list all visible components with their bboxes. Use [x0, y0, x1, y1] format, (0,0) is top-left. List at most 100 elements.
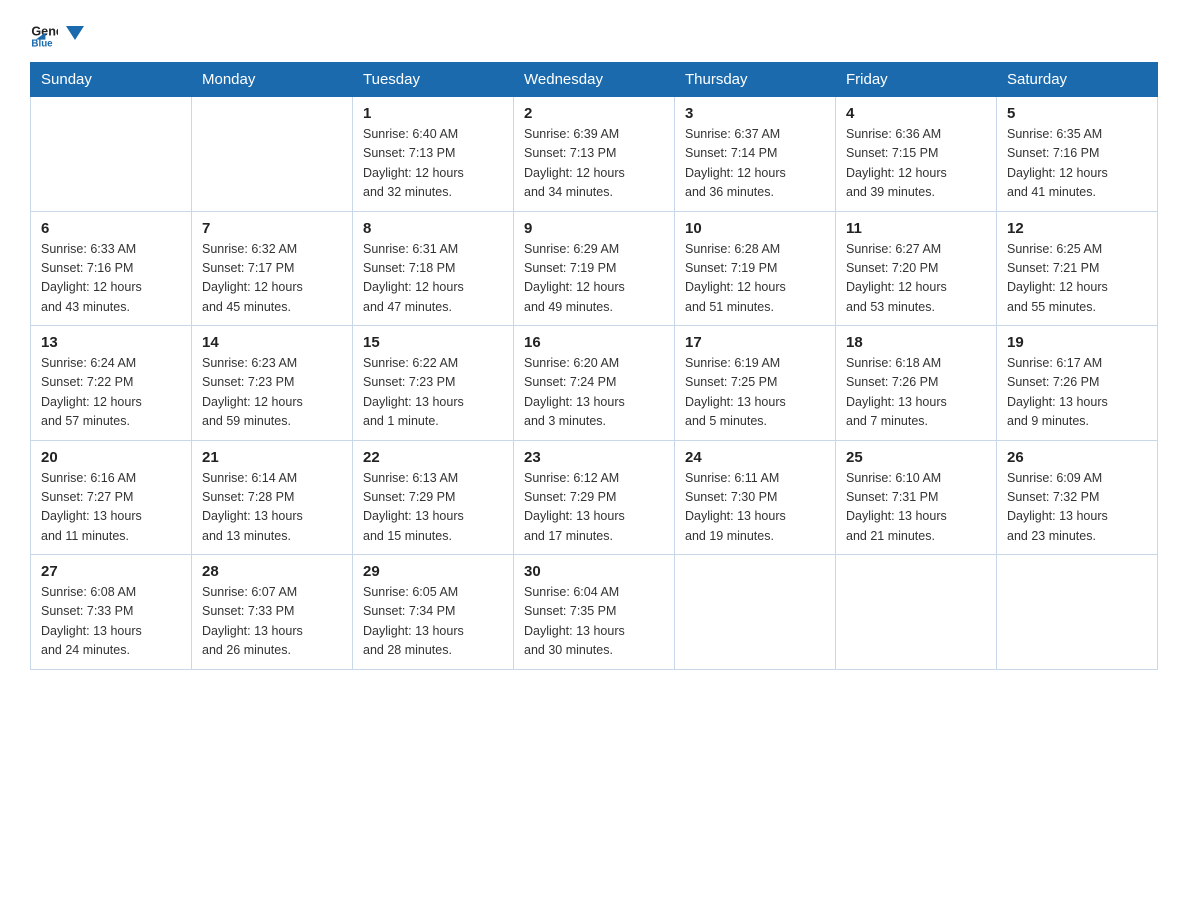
calendar-cell: 9 Sunrise: 6:29 AM Sunset: 7:19 PM Daylig…: [514, 211, 675, 326]
day-number: 15: [363, 334, 503, 351]
calendar-cell: 13 Sunrise: 6:24 AM Sunset: 7:22 PM Dayli…: [31, 326, 192, 441]
day-info: Sunrise: 6:16 AM Sunset: 7:27 PM Dayligh…: [41, 469, 181, 547]
svg-text:Blue: Blue: [31, 39, 53, 48]
calendar-cell: 23 Sunrise: 6:12 AM Sunset: 7:29 PM Dayli…: [514, 440, 675, 555]
day-info: Sunrise: 6:35 AM Sunset: 7:16 PM Dayligh…: [1007, 125, 1147, 203]
day-info: Sunrise: 6:14 AM Sunset: 7:28 PM Dayligh…: [202, 469, 342, 547]
day-number: 16: [524, 334, 664, 351]
day-info: Sunrise: 6:23 AM Sunset: 7:23 PM Dayligh…: [202, 354, 342, 432]
calendar-header-row: SundayMondayTuesdayWednesdayThursdayFrid…: [31, 63, 1158, 97]
logo-arrow-icon: [64, 22, 86, 44]
day-number: 4: [846, 105, 986, 122]
day-info: Sunrise: 6:09 AM Sunset: 7:32 PM Dayligh…: [1007, 469, 1147, 547]
week-row-4: 20 Sunrise: 6:16 AM Sunset: 7:27 PM Dayli…: [31, 440, 1158, 555]
logo: General Blue: [30, 20, 86, 48]
column-header-friday: Friday: [836, 63, 997, 97]
day-info: Sunrise: 6:12 AM Sunset: 7:29 PM Dayligh…: [524, 469, 664, 547]
week-row-5: 27 Sunrise: 6:08 AM Sunset: 7:33 PM Dayli…: [31, 555, 1158, 670]
calendar-cell: 22Sunrise: 6:13 AM Sunset: 7:29 PM Dayli…: [353, 440, 514, 555]
column-header-tuesday: Tuesday: [353, 63, 514, 97]
day-number: 21: [202, 449, 342, 466]
day-number: 6: [41, 220, 181, 237]
day-info: Sunrise: 6:27 AM Sunset: 7:20 PM Dayligh…: [846, 240, 986, 318]
day-info: Sunrise: 6:17 AM Sunset: 7:26 PM Dayligh…: [1007, 354, 1147, 432]
calendar-cell: 18 Sunrise: 6:18 AM Sunset: 7:26 PM Dayli…: [836, 326, 997, 441]
day-info: Sunrise: 6:19 AM Sunset: 7:25 PM Dayligh…: [685, 354, 825, 432]
calendar-cell: 25 Sunrise: 6:10 AM Sunset: 7:31 PM Dayli…: [836, 440, 997, 555]
day-number: 28: [202, 563, 342, 580]
calendar-cell: [192, 97, 353, 212]
calendar-cell: [836, 555, 997, 670]
column-header-wednesday: Wednesday: [514, 63, 675, 97]
calendar-cell: 2 Sunrise: 6:39 AM Sunset: 7:13 PM Daylig…: [514, 97, 675, 212]
day-info: Sunrise: 6:20 AM Sunset: 7:24 PM Dayligh…: [524, 354, 664, 432]
calendar-cell: 24Sunrise: 6:11 AM Sunset: 7:30 PM Dayli…: [675, 440, 836, 555]
calendar-cell: 30 Sunrise: 6:04 AM Sunset: 7:35 PM Dayli…: [514, 555, 675, 670]
calendar-cell: 6 Sunrise: 6:33 AM Sunset: 7:16 PM Daylig…: [31, 211, 192, 326]
day-number: 30: [524, 563, 664, 580]
calendar-cell: [997, 555, 1158, 670]
day-number: 29: [363, 563, 503, 580]
day-info: Sunrise: 6:18 AM Sunset: 7:26 PM Dayligh…: [846, 354, 986, 432]
day-info: Sunrise: 6:07 AM Sunset: 7:33 PM Dayligh…: [202, 583, 342, 661]
day-info: Sunrise: 6:32 AM Sunset: 7:17 PM Dayligh…: [202, 240, 342, 318]
calendar-cell: 4 Sunrise: 6:36 AM Sunset: 7:15 PM Daylig…: [836, 97, 997, 212]
day-number: 14: [202, 334, 342, 351]
calendar-cell: 26 Sunrise: 6:09 AM Sunset: 7:32 PM Dayli…: [997, 440, 1158, 555]
day-number: 3: [685, 105, 825, 122]
day-number: 11: [846, 220, 986, 237]
calendar-cell: [675, 555, 836, 670]
day-info: Sunrise: 6:36 AM Sunset: 7:15 PM Dayligh…: [846, 125, 986, 203]
column-header-saturday: Saturday: [997, 63, 1158, 97]
column-header-thursday: Thursday: [675, 63, 836, 97]
column-header-sunday: Sunday: [31, 63, 192, 97]
day-number: 12: [1007, 220, 1147, 237]
calendar-cell: 28 Sunrise: 6:07 AM Sunset: 7:33 PM Dayli…: [192, 555, 353, 670]
week-row-1: 1 Sunrise: 6:40 AM Sunset: 7:13 PM Daylig…: [31, 97, 1158, 212]
calendar-table: SundayMondayTuesdayWednesdayThursdayFrid…: [30, 62, 1158, 670]
calendar-cell: 15 Sunrise: 6:22 AM Sunset: 7:23 PM Dayli…: [353, 326, 514, 441]
day-number: 22: [363, 449, 503, 466]
day-number: 23: [524, 449, 664, 466]
day-info: Sunrise: 6:04 AM Sunset: 7:35 PM Dayligh…: [524, 583, 664, 661]
calendar-cell: 19 Sunrise: 6:17 AM Sunset: 7:26 PM Dayli…: [997, 326, 1158, 441]
calendar-cell: [31, 97, 192, 212]
day-number: 27: [41, 563, 181, 580]
calendar-cell: 20 Sunrise: 6:16 AM Sunset: 7:27 PM Dayli…: [31, 440, 192, 555]
day-number: 8: [363, 220, 503, 237]
day-info: Sunrise: 6:37 AM Sunset: 7:14 PM Dayligh…: [685, 125, 825, 203]
day-info: Sunrise: 6:24 AM Sunset: 7:22 PM Dayligh…: [41, 354, 181, 432]
calendar-cell: 10Sunrise: 6:28 AM Sunset: 7:19 PM Dayli…: [675, 211, 836, 326]
day-number: 25: [846, 449, 986, 466]
calendar-cell: 21 Sunrise: 6:14 AM Sunset: 7:28 PM Dayli…: [192, 440, 353, 555]
day-number: 9: [524, 220, 664, 237]
day-number: 7: [202, 220, 342, 237]
day-info: Sunrise: 6:28 AM Sunset: 7:19 PM Dayligh…: [685, 240, 825, 318]
day-info: Sunrise: 6:10 AM Sunset: 7:31 PM Dayligh…: [846, 469, 986, 547]
page-header: General Blue: [30, 20, 1158, 48]
calendar-cell: 3 Sunrise: 6:37 AM Sunset: 7:14 PM Daylig…: [675, 97, 836, 212]
day-info: Sunrise: 6:05 AM Sunset: 7:34 PM Dayligh…: [363, 583, 503, 661]
day-info: Sunrise: 6:29 AM Sunset: 7:19 PM Dayligh…: [524, 240, 664, 318]
calendar-cell: 12 Sunrise: 6:25 AM Sunset: 7:21 PM Dayli…: [997, 211, 1158, 326]
day-number: 18: [846, 334, 986, 351]
day-number: 20: [41, 449, 181, 466]
day-info: Sunrise: 6:40 AM Sunset: 7:13 PM Dayligh…: [363, 125, 503, 203]
calendar-cell: 17Sunrise: 6:19 AM Sunset: 7:25 PM Dayli…: [675, 326, 836, 441]
day-info: Sunrise: 6:08 AM Sunset: 7:33 PM Dayligh…: [41, 583, 181, 661]
day-number: 19: [1007, 334, 1147, 351]
day-number: 13: [41, 334, 181, 351]
day-number: 1: [363, 105, 503, 122]
day-info: Sunrise: 6:25 AM Sunset: 7:21 PM Dayligh…: [1007, 240, 1147, 318]
day-number: 2: [524, 105, 664, 122]
day-info: Sunrise: 6:22 AM Sunset: 7:23 PM Dayligh…: [363, 354, 503, 432]
day-info: Sunrise: 6:33 AM Sunset: 7:16 PM Dayligh…: [41, 240, 181, 318]
day-number: 26: [1007, 449, 1147, 466]
day-number: 5: [1007, 105, 1147, 122]
calendar-cell: 27 Sunrise: 6:08 AM Sunset: 7:33 PM Dayli…: [31, 555, 192, 670]
day-info: Sunrise: 6:39 AM Sunset: 7:13 PM Dayligh…: [524, 125, 664, 203]
calendar-cell: 16 Sunrise: 6:20 AM Sunset: 7:24 PM Dayli…: [514, 326, 675, 441]
day-number: 24: [685, 449, 825, 466]
column-header-monday: Monday: [192, 63, 353, 97]
week-row-2: 6 Sunrise: 6:33 AM Sunset: 7:16 PM Daylig…: [31, 211, 1158, 326]
